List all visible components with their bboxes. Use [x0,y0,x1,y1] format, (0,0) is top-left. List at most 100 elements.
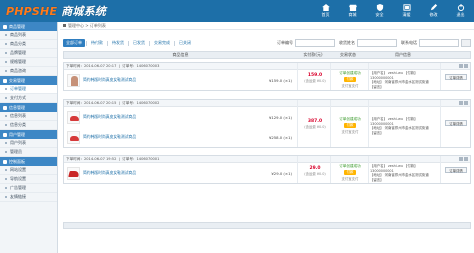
sidebar-item[interactable]: 广告管理 [0,184,57,193]
sidebar-group-control[interactable]: 控制面板 [0,157,57,166]
product-image[interactable] [67,130,80,144]
tab-closed[interactable]: 已关闭 [176,39,194,47]
print-icon[interactable] [459,64,463,68]
delete-icon[interactable] [464,157,468,161]
bullet-icon [5,115,7,117]
product-image[interactable] [67,110,80,124]
top-nav: 首页 商城 安全 清缓 修改 退出 [312,0,474,22]
logo[interactable]: PHPSHE 商城系统 [6,3,106,19]
print-icon[interactable] [459,101,463,105]
bullet-icon [5,61,7,63]
power-icon [457,4,464,11]
top-nav-shop[interactable]: 商城 [339,0,366,22]
product-price: ¥129.0 (×1) [268,114,292,120]
order-actions [458,101,468,105]
status-text: 订单创建成功 [339,164,361,168]
order-ops: 订单详情 [442,74,470,80]
order-ops: 订单详情 [442,167,470,173]
sidebar: 商品管理 商品列表 商品分类 品牌管理 规格管理 商品咨询 交易管理 订单管理 … [0,22,58,253]
pay-button[interactable]: 付款 [343,123,357,128]
buyer-input[interactable] [357,39,397,47]
user-info: 【用户名】 zeshi-wu 【付款】13000000001 【地址】 河南省郑… [370,117,429,135]
order-total: 29.0 (含运费 ¥0.0) [300,166,330,176]
tab-unshipped[interactable]: 待发货 [109,39,127,47]
order-total: 387.0 (含运费 ¥0.0) [300,119,330,129]
product-name[interactable]: 简约韩版时尚真皮女鞋测试商品 [83,134,203,140]
breadcrumb: 管理中心 > 订单列表 [60,22,474,30]
sidebar-item[interactable]: 商品分类 [0,40,57,49]
status-text: 订单创建成功 [339,117,361,121]
product-name[interactable]: 简约韩版时尚真皮女鞋测试商品 [83,114,203,120]
sidebar-group-info[interactable]: 信息管理 [0,103,57,112]
top-nav-edit[interactable]: 修改 [420,0,447,22]
sidebar-group-trade[interactable]: 交易管理 [0,76,57,85]
product-price: ¥159.0 (×1) [268,77,292,83]
top-nav-cache[interactable]: 清缓 [393,0,420,22]
sidebar-item[interactable]: 用户列表 [0,139,57,148]
divider [149,40,150,46]
bullet-icon [5,70,7,72]
user-icon [3,132,7,137]
pay-button[interactable]: 付款 [343,77,357,82]
tab-shipped[interactable]: 已发货 [130,39,148,47]
sidebar-item[interactable]: 品牌管理 [0,49,57,58]
bullet-icon [5,97,7,99]
sidebar-item[interactable]: 网站设置 [0,166,57,175]
sidebar-group-users[interactable]: 用户管理 [0,130,57,139]
product-price: ¥29.0 (×1) [271,170,292,176]
sidebar-item[interactable]: 友情链接 [0,193,57,202]
order-detail-button[interactable]: 订单详情 [445,74,467,80]
table-footer [63,222,471,229]
divider [86,40,87,46]
bullet-icon [5,187,7,189]
delete-icon[interactable] [464,101,468,105]
sidebar-group-goods[interactable]: 商品管理 [0,22,57,31]
order-block: 下单时间：2014-06-07 19:52 | 订单号：1406070001 简… [63,155,471,184]
search-button[interactable] [461,39,471,47]
sidebar-item[interactable]: 信息分类 [0,121,57,130]
tab-unpaid[interactable]: 待付款 [88,39,106,47]
product-image[interactable] [67,73,80,87]
phone-input[interactable] [419,39,459,47]
delete-icon[interactable] [464,64,468,68]
tab-completed[interactable]: 交易完成 [151,39,173,47]
product-name[interactable]: 简约韩版时尚真皮女鞋测试商品 [83,170,203,176]
order-detail-button[interactable]: 订单详情 [445,167,467,173]
top-bar: PHPSHE 商城系统 首页 商城 安全 清缓 修改 退出 [0,0,474,22]
order-detail-button[interactable]: 订单详情 [445,120,467,126]
sidebar-item[interactable]: 导航设置 [0,175,57,184]
sidebar-item[interactable]: 规格管理 [0,58,57,67]
top-nav-home[interactable]: 首页 [312,0,339,22]
top-nav-logout[interactable]: 退出 [447,0,474,22]
pay-button[interactable]: 付款 [343,170,357,175]
main-content: 管理中心 > 订单列表 全部订单 待付款 待发货 已发货 交易完成 已关闭 订单… [60,22,474,253]
sidebar-item[interactable]: 信息列表 [0,112,57,121]
product-image[interactable] [67,166,80,180]
tab-all[interactable]: 全部订单 [63,39,85,47]
order-status: 订单创建成功 付款 支付宝支付 [332,71,368,88]
bullet-icon [5,52,7,54]
sidebar-item[interactable]: 商品列表 [0,31,57,40]
order-tabs: 全部订单 待付款 待发货 已发货 交易完成 已关闭 [63,39,194,47]
filter-bar: 订单编号 收货姓名 联系电话 [273,39,471,47]
order-id-label: 订单编号 [277,40,293,45]
col-total: 实付款(元) [303,52,323,57]
divider [107,40,108,46]
order-id-input[interactable] [295,39,335,47]
bullet-icon [5,142,7,144]
bullet-icon [5,169,7,171]
col-status: 交易状态 [340,52,356,57]
order-header: 下单时间：2014-06-07 20:17 | 订单号：1406070003 [64,63,470,70]
order-block: 下单时间：2014-06-07 20:17 | 订单号：1406070003 简… [63,62,471,91]
bullet-icon [5,178,7,180]
product-name[interactable]: 简约韩版时尚真皮女鞋测试商品 [83,77,203,83]
sidebar-item[interactable]: 管理员 [0,148,57,157]
sidebar-item-orders[interactable]: 订单管理 [0,85,57,94]
order-status: 订单创建成功 付款 支付宝支付 [332,117,368,134]
sidebar-item[interactable]: 商品咨询 [0,67,57,76]
top-nav-security[interactable]: 安全 [366,0,393,22]
sidebar-item[interactable]: 支付方式 [0,94,57,103]
bullet-icon [5,151,7,153]
status-text: 订单创建成功 [339,71,361,75]
print-icon[interactable] [459,157,463,161]
